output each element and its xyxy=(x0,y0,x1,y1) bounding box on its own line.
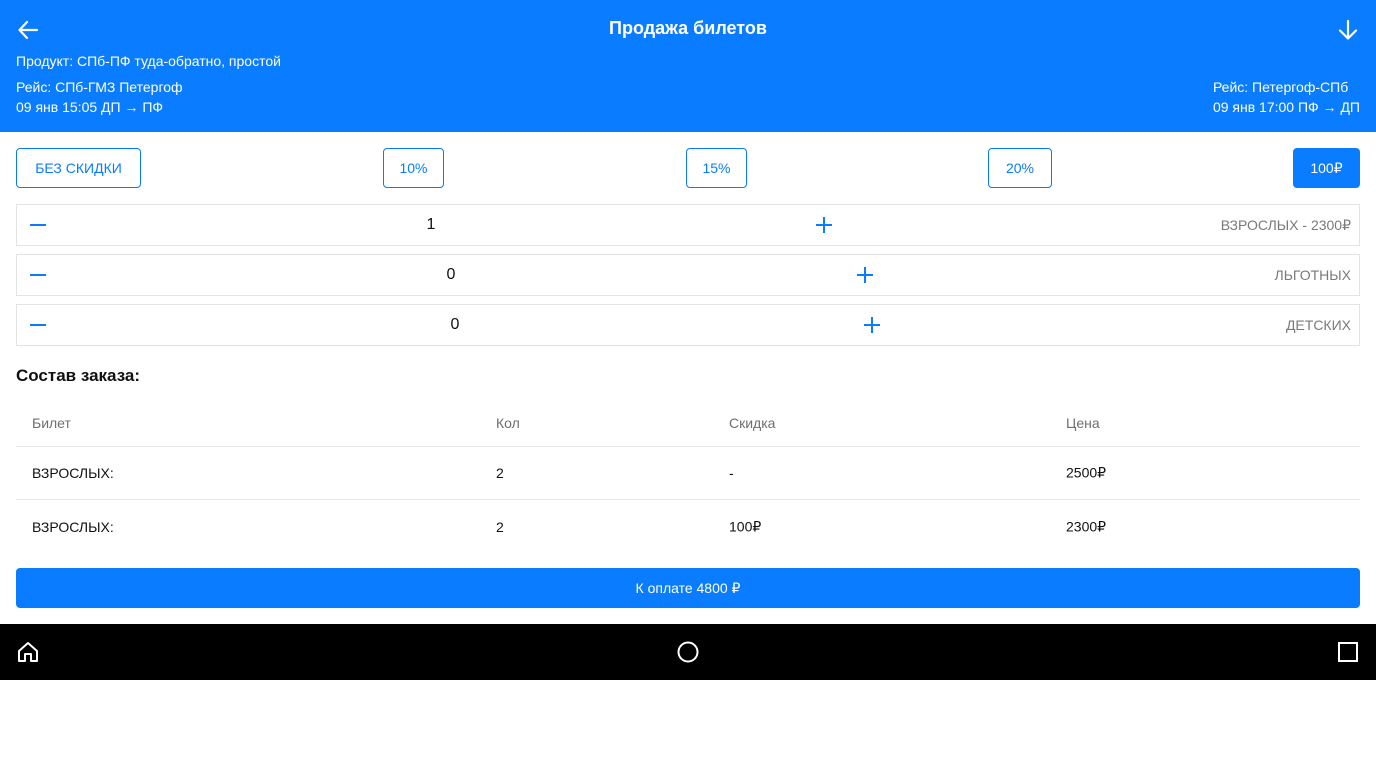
home-icon[interactable] xyxy=(16,640,40,664)
reduced-counter: 0 ЛЬГОТНЫХ xyxy=(16,254,1360,296)
discount-15-button[interactable]: 15% xyxy=(686,148,747,188)
system-nav-bar xyxy=(0,624,1376,680)
order-table: Билет Кол Скидка Цена ВЗРОСЛЫХ: 2 - 2500… xyxy=(16,400,1360,553)
discount-cell: 100₽ xyxy=(729,518,762,534)
column-header: Кол xyxy=(496,415,520,431)
table-header: Билет Кол Скидка Цена xyxy=(16,400,1360,447)
table-row: ВЗРОСЛЫХ: 2 100₽ 2300₽ xyxy=(16,500,1360,553)
reduced-count: 0 xyxy=(446,266,456,283)
recents-square-icon[interactable] xyxy=(1336,640,1360,664)
plus-icon[interactable] xyxy=(813,214,835,236)
column-header: Скидка xyxy=(729,415,776,431)
discount-100-button[interactable]: 100₽ xyxy=(1293,148,1360,188)
return-route: Рейс: Петергоф-СПб xyxy=(1212,79,1349,95)
arrow-down-icon xyxy=(1338,19,1358,40)
ticket-cell: ВЗРОСЛЫХ: xyxy=(32,518,114,535)
column-header: Билет xyxy=(32,415,71,431)
return-trip: Рейс: Петергоф-СПб 09 янв 17:00 ПФ → ДП xyxy=(1213,77,1360,117)
adult-counter: 1 ВЗРОСЛЫХ - 2300₽ xyxy=(16,204,1360,246)
discount-none-button[interactable]: БЕЗ СКИДКИ xyxy=(16,148,141,188)
discount-10-button[interactable]: 10% xyxy=(383,148,444,188)
qty-cell: 2 xyxy=(496,518,504,535)
pay-button[interactable]: К оплате 4800 ₽ xyxy=(16,568,1360,608)
reduced-label: ЛЬГОТНЫХ xyxy=(1274,267,1351,283)
minus-icon[interactable] xyxy=(27,264,49,286)
adult-label: ВЗРОСЛЫХ - 2300₽ xyxy=(1220,217,1351,233)
outbound-trip: Рейс: СПб-ГМЗ Петергоф 09 янв 15:05 ДП →… xyxy=(16,77,183,117)
order-title: Состав заказа: xyxy=(16,366,141,385)
qty-cell: 2 xyxy=(496,465,504,481)
adult-count: 1 xyxy=(426,216,436,233)
children-counter: 0 ДЕТСКИХ xyxy=(16,304,1360,346)
discount-20-button[interactable]: 20% xyxy=(988,148,1052,188)
minus-icon[interactable] xyxy=(27,214,49,236)
outbound-route: Рейс: СПб-ГМЗ Петергоф xyxy=(16,79,183,95)
product-name: Продукт: СПб-ПФ туда-обратно, простой xyxy=(16,53,281,69)
price-cell: 2300₽ xyxy=(1066,518,1107,534)
plus-icon[interactable] xyxy=(861,314,883,336)
outbound-time: 09 янв 15:05 ДП → ПФ xyxy=(16,99,164,115)
plus-icon[interactable] xyxy=(854,264,876,286)
price-cell: 2500₽ xyxy=(1066,464,1107,481)
circle-home-icon[interactable] xyxy=(676,640,700,664)
children-count: 0 xyxy=(450,316,460,333)
ticket-cell: ВЗРОСЛЫХ: xyxy=(32,465,114,481)
return-time: 09 янв 17:00 ПФ → ДП xyxy=(1212,99,1360,115)
download-button[interactable] xyxy=(1334,16,1362,44)
column-header: Цена xyxy=(1066,415,1100,431)
minus-icon[interactable] xyxy=(27,314,49,336)
table-row: ВЗРОСЛЫХ: 2 - 2500₽ xyxy=(16,447,1360,500)
children-label: ДЕТСКИХ xyxy=(1285,317,1351,333)
discount-cell: - xyxy=(729,465,734,481)
app-header: Продажа билетов Продукт: СПб-ПФ туда-обр… xyxy=(0,0,1376,132)
page-title: Продажа билетов xyxy=(609,18,767,38)
